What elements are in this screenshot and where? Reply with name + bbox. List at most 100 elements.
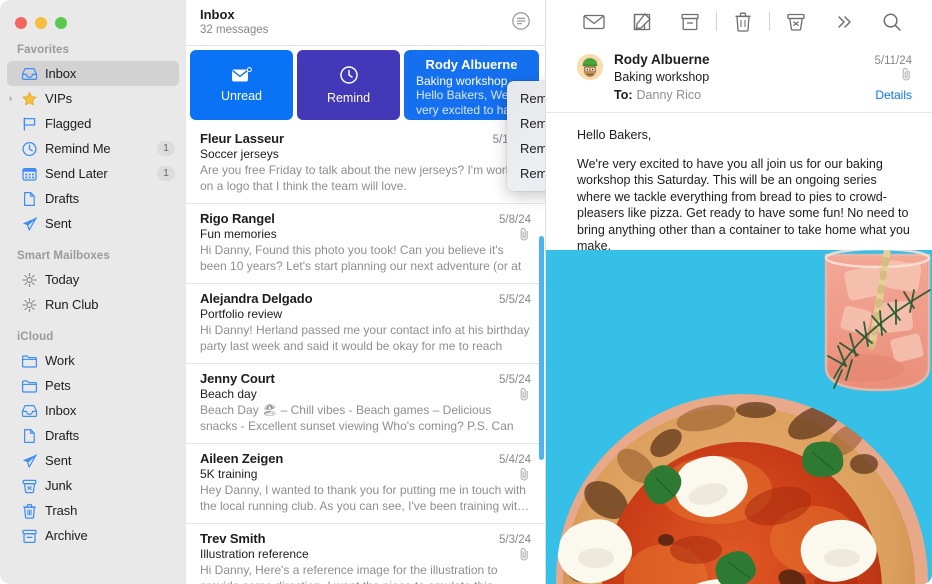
sidebar-item-label: Today (45, 272, 80, 287)
search-icon[interactable] (868, 7, 916, 37)
sidebar-item-label: Send Later (45, 166, 108, 181)
sidebar-item-label: Sent (45, 453, 72, 468)
archive-icon[interactable] (666, 7, 714, 37)
details-link[interactable]: Details (875, 88, 912, 102)
mail-icon[interactable] (570, 7, 618, 37)
inbox-icon (21, 403, 38, 419)
paperclip-icon (519, 387, 531, 401)
junk-icon (21, 478, 38, 494)
message-header: Rody Albuerne 5/11/24 Baking workshop To… (546, 43, 932, 113)
message-subject: 5K training (200, 467, 258, 481)
mail-window: Favorites Inbox › VIPs Flagged Remind Me 1 Send… (0, 0, 932, 584)
swipe-unread-button[interactable]: Unread (190, 50, 293, 120)
sidebar-item-trash[interactable]: Trash (7, 498, 179, 523)
inbox-icon (21, 66, 38, 82)
message-subject: Soccer jerseys (200, 147, 279, 161)
folder-icon (21, 353, 38, 369)
message-row[interactable]: Jenny Court 5/5/24 Beach day Beach Day 🏖… (186, 364, 545, 444)
toolbar-divider (716, 12, 717, 31)
zoom-button[interactable] (55, 17, 67, 29)
message-subject: Beach day (200, 387, 257, 401)
sidebar-item-label: Run Club (45, 297, 99, 312)
sidebar-item-pets[interactable]: Pets (7, 373, 179, 398)
sidebar-item-inbox[interactable]: Inbox (7, 398, 179, 423)
sidebar-item-junk[interactable]: Junk (7, 473, 179, 498)
message-sender: Rody Albuerne (614, 52, 710, 67)
close-button[interactable] (15, 17, 27, 29)
paperclip-icon (901, 67, 912, 86)
clock-icon (339, 66, 358, 84)
junk-icon[interactable] (772, 7, 820, 37)
document-icon (21, 428, 38, 444)
filter-icon[interactable] (511, 11, 531, 31)
message-row[interactable]: Trev Smith 5/3/24 Illustration reference… (186, 524, 545, 584)
message-row[interactable]: Alejandra Delgado 5/5/24 Portfolio revie… (186, 284, 545, 364)
message-date: 5/5/24 (499, 294, 531, 306)
message-row[interactable]: Aileen Zeigen 5/4/24 5K training Hey Dan… (186, 444, 545, 524)
sidebar-item-label: Work (45, 353, 75, 368)
sidebar-item-label: Pets (45, 378, 71, 393)
message-snippet: Hi Danny, Here's a reference image for t… (200, 563, 498, 584)
message-list: Inbox 32 messages Unread Remind Rody Alb… (186, 0, 546, 584)
context-menu-item[interactable]: Remind Me in 1 Hour (507, 86, 545, 111)
sidebar-item-run-club[interactable]: Run Club (7, 292, 179, 317)
context-menu-item[interactable]: Remind Me Later… (507, 161, 545, 186)
swipe-remind-button[interactable]: Remind (297, 50, 400, 120)
selected-message-sender: Rody Albuerne (425, 57, 518, 72)
sidebar-item-sent[interactable]: Sent (7, 448, 179, 473)
sidebar-item-archive[interactable]: Archive (7, 523, 179, 548)
sidebar-item-sent[interactable]: Sent (7, 211, 179, 236)
sidebar-item-inbox[interactable]: Inbox (7, 61, 179, 86)
paper-plane-icon (21, 453, 38, 469)
message-list-scrollbar[interactable] (539, 236, 544, 460)
swipe-unread-label: Unread (221, 89, 262, 103)
document-icon (21, 191, 38, 207)
pizza-photo[interactable] (546, 250, 932, 584)
reader-toolbar (546, 0, 932, 43)
sidebar-item-label: VIPs (45, 91, 73, 106)
sidebar-item-vips[interactable]: › VIPs (7, 86, 179, 111)
sidebar-item-drafts[interactable]: Drafts (7, 186, 179, 211)
reading-pane: Rody Albuerne 5/11/24 Baking workshop To… (546, 0, 932, 584)
avatar (577, 54, 603, 80)
message-date: 5/3/24 (499, 534, 531, 546)
trash-icon[interactable] (719, 7, 767, 37)
sidebar-item-drafts[interactable]: Drafts (7, 423, 179, 448)
sidebar-item-work[interactable]: Work (7, 348, 179, 373)
sidebar-item-label: Remind Me (45, 141, 111, 156)
message-subject: Fun memories (200, 227, 277, 241)
sidebar-item-label: Drafts (45, 428, 80, 443)
message-row[interactable]: Rigo Rangel 5/8/24 Fun memories Hi Danny… (186, 204, 545, 284)
message-row[interactable]: Fleur Lasseur 5/10/24 Soccer jerseys Are… (186, 124, 545, 204)
trash-icon (21, 503, 38, 519)
minimize-button[interactable] (35, 17, 47, 29)
toolbar-divider (769, 12, 770, 31)
sidebar-item-today[interactable]: Today (7, 267, 179, 292)
message-snippet: Hey Danny, I wanted to thank you for put… (200, 483, 530, 513)
sidebar-item-flagged[interactable]: Flagged (7, 111, 179, 136)
sidebar-item-send-later[interactable]: Send Later 1 (7, 161, 179, 186)
message-snippet: Are you free Friday to talk about the ne… (200, 163, 528, 193)
chevron-right-icon[interactable]: › (9, 94, 18, 103)
message-snippet: Beach Day 🏖 – Chill vibes - Beach games … (200, 403, 514, 433)
to-label: To: (614, 88, 633, 102)
swipe-remind-label: Remind (326, 91, 371, 105)
remind-me-context-menu: Remind Me in 1 HourRemind Me TonightRemi… (507, 81, 545, 191)
message-sender: Fleur Lasseur (200, 131, 284, 146)
message-sender: Rigo Rangel (200, 211, 275, 226)
context-menu-item[interactable]: Remind Me Tomorrow (507, 136, 545, 161)
sidebar-item-remind-me[interactable]: Remind Me 1 (7, 136, 179, 161)
folder-icon (21, 378, 38, 394)
swipe-action-row: Unread Remind Rody Albuerne Baking works… (186, 46, 545, 124)
context-menu-item[interactable]: Remind Me Tonight (507, 111, 545, 136)
message-sender: Trev Smith (200, 531, 266, 546)
chevron-double-right-icon[interactable] (820, 7, 868, 37)
paperclip-icon (519, 467, 531, 481)
paper-plane-icon (21, 216, 38, 232)
message-sender: Jenny Court (200, 371, 275, 386)
compose-icon[interactable] (618, 7, 666, 37)
message-snippet: Hi Danny, Found this photo you took! Can… (200, 243, 522, 273)
sidebar-item-badge: 1 (157, 141, 175, 156)
